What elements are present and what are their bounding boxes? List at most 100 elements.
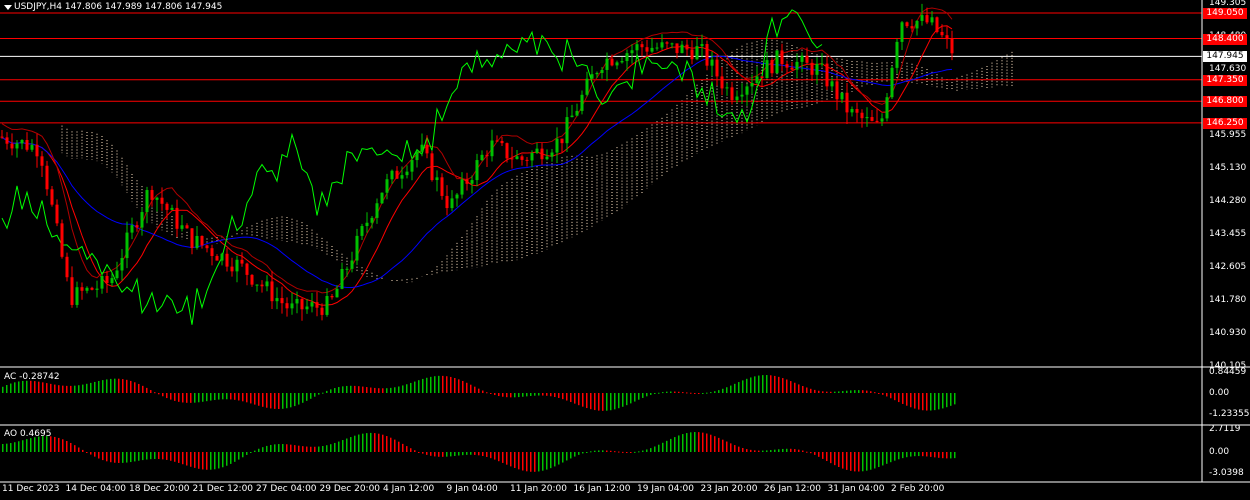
- candle-body: [165, 203, 169, 210]
- histogram-bar: [254, 393, 256, 405]
- histogram-bar: [382, 434, 384, 452]
- histogram-bar: [38, 381, 40, 393]
- histogram-bar: [114, 452, 116, 463]
- histogram-bar: [194, 452, 196, 468]
- ac-label: AC -0.28742: [4, 372, 60, 382]
- histogram-bar: [318, 446, 320, 452]
- histogram-bar: [522, 452, 524, 471]
- histogram-bar: [534, 452, 536, 472]
- candle-body: [760, 76, 764, 79]
- histogram-bar: [154, 452, 156, 459]
- candle-body: [90, 287, 94, 290]
- histogram-bar: [834, 391, 836, 393]
- histogram-bar: [946, 393, 948, 408]
- histogram-bar: [610, 450, 612, 452]
- ac-tick: -1.23355: [1209, 409, 1250, 419]
- candle-body: [520, 156, 524, 160]
- candle-body: [125, 232, 129, 259]
- histogram-bar: [362, 433, 364, 452]
- candle-body: [945, 35, 949, 39]
- histogram-bar: [462, 380, 464, 393]
- histogram-bar: [130, 380, 132, 393]
- histogram-bar: [346, 438, 348, 452]
- histogram-bar: [526, 393, 528, 397]
- ao-label: AO 0.4695: [4, 429, 52, 439]
- histogram-bar: [902, 393, 904, 404]
- histogram-bar: [666, 440, 668, 452]
- candle-body: [685, 44, 689, 50]
- histogram-bar: [18, 381, 20, 393]
- histogram-bar: [194, 393, 196, 403]
- histogram-bar: [790, 448, 792, 452]
- candle-body: [910, 26, 914, 29]
- candle-body: [545, 156, 549, 160]
- candle-body: [85, 287, 89, 291]
- candle-body: [585, 78, 589, 95]
- histogram-bar: [30, 438, 32, 452]
- histogram-bar: [898, 393, 900, 403]
- candle-body: [400, 175, 404, 179]
- candle-body: [15, 143, 19, 149]
- histogram-bar: [414, 450, 416, 452]
- histogram-bar: [830, 391, 832, 393]
- histogram-bar: [78, 447, 80, 452]
- histogram-bar: [350, 437, 352, 452]
- histogram-bar: [894, 452, 896, 461]
- histogram-bar: [638, 393, 640, 400]
- candle-body: [130, 225, 134, 233]
- histogram-bar: [538, 452, 540, 472]
- histogram-bar: [918, 393, 920, 410]
- price-chart[interactable]: [0, 0, 1250, 500]
- histogram-bar: [646, 449, 648, 452]
- histogram-bar: [310, 446, 312, 452]
- time-tick: 31 Jan 04:00: [827, 484, 885, 494]
- histogram-bar: [478, 388, 480, 393]
- histogram-bar: [382, 388, 384, 393]
- histogram-bar: [198, 452, 200, 469]
- candle-body: [605, 58, 609, 70]
- ac-histogram: [2, 375, 956, 411]
- candle-body: [5, 137, 9, 144]
- candle-body: [815, 63, 819, 75]
- histogram-bar: [790, 381, 792, 393]
- candle-body: [610, 58, 614, 66]
- histogram-bar: [654, 393, 656, 394]
- candle-body: [115, 270, 119, 279]
- histogram-bar: [874, 392, 876, 394]
- ao-histogram: [2, 432, 956, 472]
- histogram-bar: [118, 378, 120, 393]
- histogram-bar: [710, 434, 712, 452]
- histogram-bar: [942, 393, 944, 409]
- histogram-bar: [462, 452, 464, 456]
- price-tick: 149.305: [1209, 0, 1247, 8]
- histogram-bar: [2, 386, 4, 393]
- histogram-bar: [82, 449, 84, 452]
- histogram-bar: [690, 392, 692, 394]
- histogram-bar: [650, 448, 652, 452]
- histogram-bar: [630, 452, 632, 453]
- candle-body: [220, 253, 224, 261]
- histogram-bar: [930, 452, 932, 457]
- histogram-bar: [402, 443, 404, 452]
- histogram-bar: [98, 380, 100, 393]
- histogram-bar: [266, 393, 268, 408]
- histogram-bar: [938, 452, 940, 458]
- histogram-bar: [354, 385, 356, 393]
- horizontal-levels: [0, 12, 1202, 124]
- histogram-bar: [142, 385, 144, 393]
- histogram-bar: [674, 437, 676, 452]
- candle-body: [640, 44, 644, 48]
- candle-body: [335, 288, 339, 298]
- histogram-bar: [58, 437, 60, 452]
- histogram-bar: [126, 452, 128, 463]
- candle-body: [395, 170, 399, 179]
- histogram-bar: [502, 393, 504, 397]
- histogram-bar: [526, 452, 528, 472]
- histogram-bar: [398, 441, 400, 452]
- histogram-bar: [550, 393, 552, 397]
- histogram-bar: [554, 452, 556, 467]
- candle-body: [565, 117, 569, 144]
- histogram-bar: [2, 444, 4, 452]
- histogram-bar: [270, 444, 272, 452]
- histogram-bar: [106, 452, 108, 462]
